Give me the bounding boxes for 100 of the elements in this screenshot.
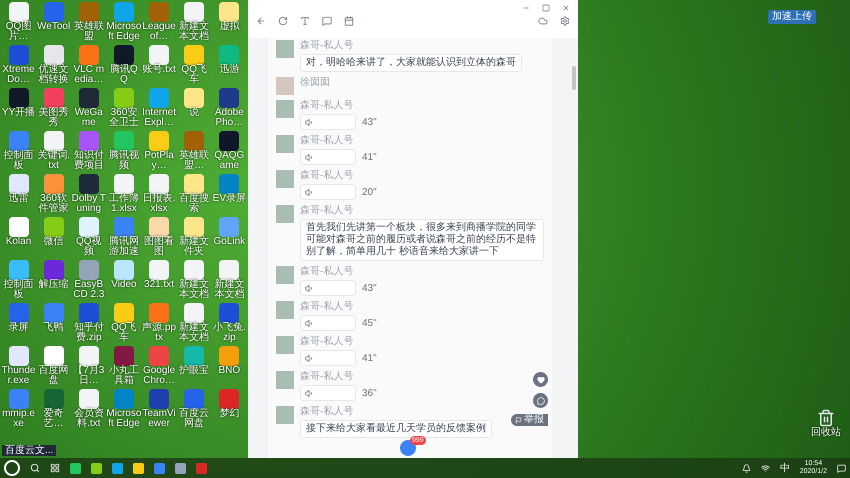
icon-label: Kolan	[6, 237, 32, 247]
taskbar-app-icon[interactable]	[112, 462, 123, 474]
desktop-icon[interactable]: Internet Expl…	[142, 88, 177, 131]
taskbar-app-icon[interactable]	[133, 462, 144, 474]
desktop-icon[interactable]: QAQGame	[212, 131, 247, 174]
desktop-icon[interactable]: Google Chro…	[142, 346, 177, 389]
taskbar-app-icon[interactable]	[91, 462, 102, 474]
desktop-icon[interactable]: 百度云网盘	[176, 389, 212, 432]
desktop-icon[interactable]: WeTool	[36, 2, 72, 45]
desktop-icon[interactable]: 爱奇艺…	[36, 389, 72, 432]
desktop-icon[interactable]: 美图秀秀	[36, 88, 72, 131]
desktop-icon[interactable]: QQ飞车	[176, 45, 212, 88]
desktop-icon[interactable]: QQ飞车	[106, 303, 142, 346]
maximize-icon[interactable]	[542, 4, 550, 12]
desktop-icon[interactable]: 微信	[36, 217, 72, 260]
desktop-icon[interactable]: 360安全卫士	[106, 88, 142, 131]
search-icon[interactable]	[30, 463, 40, 473]
desktop-icon[interactable]: 腾讯网游加速	[106, 217, 142, 260]
desktop-icon[interactable]: Microsoft Edge	[106, 389, 142, 432]
refresh-icon[interactable]	[278, 16, 288, 26]
desktop-icon[interactable]: Kolan	[1, 217, 36, 260]
desktop-icon[interactable]: TeamViewer	[142, 389, 177, 432]
desktop-icon[interactable]: Video	[106, 260, 142, 303]
desktop-icon[interactable]: 新建文本文档	[176, 303, 212, 346]
desktop-icon[interactable]: GoLink	[212, 217, 247, 260]
calendar-icon[interactable]	[344, 16, 354, 26]
settings-icon[interactable]	[560, 16, 570, 26]
network-icon[interactable]	[760, 464, 770, 472]
taskbar-app-icon[interactable]	[70, 462, 81, 474]
desktop-icon[interactable]: 控制面板	[1, 260, 36, 303]
desktop-icon[interactable]: YY开播	[1, 88, 36, 131]
taskbar-app-icon[interactable]	[154, 462, 165, 474]
desktop-icon[interactable]: QQ视频	[71, 217, 106, 260]
desktop-icon[interactable]: 英雄联盟	[71, 2, 106, 45]
desktop-icon[interactable]: PotPlay…	[142, 131, 177, 174]
desktop-icon[interactable]: 知识付费项目	[71, 131, 106, 174]
desktop-icon[interactable]: 百度搜索	[176, 174, 212, 217]
desktop-icon[interactable]: 【7月3日…	[71, 346, 106, 389]
desktop-icon[interactable]: 迅游	[212, 45, 247, 88]
desktop-icon[interactable]: Adobe Pho…	[212, 88, 247, 131]
window-preview-title[interactable]: 百度云文...	[2, 445, 56, 456]
desktop-icon[interactable]: 小飞兔.zip	[212, 303, 247, 346]
input-method[interactable]: 中	[780, 460, 790, 476]
desktop-icon[interactable]: 声源.pptx	[142, 303, 177, 346]
desktop-icon[interactable]: 录屏	[1, 303, 36, 346]
tray-icon[interactable]	[742, 464, 751, 472]
desktop-icon[interactable]: 百度网盘	[36, 346, 72, 389]
desktop-icon[interactable]: 新建文本文档	[176, 2, 212, 45]
font-icon[interactable]	[300, 16, 310, 26]
desktop-icon[interactable]: 图图看图	[142, 217, 177, 260]
scrollbar[interactable]	[572, 66, 576, 90]
desktop-icon[interactable]: EV录屏	[212, 174, 247, 217]
avatar-placeholder	[276, 100, 294, 118]
taskbar-app-icon[interactable]	[175, 462, 186, 474]
desktop-icon[interactable]: 回收站	[806, 409, 846, 438]
desktop-icon[interactable]: 新建文本文档	[176, 260, 212, 303]
desktop-icon[interactable]: 飞鸭	[36, 303, 72, 346]
desktop-icon[interactable]: 小丸工具箱	[106, 346, 142, 389]
desktop-icon[interactable]: BNO	[212, 346, 247, 389]
comment-icon[interactable]	[322, 16, 332, 26]
desktop-icon[interactable]: mmip.exe	[1, 389, 36, 432]
desktop-icon[interactable]: QQ图片…	[1, 2, 36, 45]
desktop-icon[interactable]: 360软件管家	[36, 174, 72, 217]
notification-icon[interactable]	[837, 464, 846, 472]
desktop-icon[interactable]: 优速文档转换	[36, 45, 72, 88]
desktop-icon[interactable]: 腾讯视频	[106, 131, 142, 174]
desktop-icon[interactable]: WeGame	[71, 88, 106, 131]
desktop-icon[interactable]: Microsoft Edge	[106, 2, 142, 45]
desktop-icon[interactable]: League of…	[142, 2, 177, 45]
upload-button[interactable]: 加速上传	[768, 10, 816, 24]
desktop-icon[interactable]: Xtreme Do…	[1, 45, 36, 88]
desktop-icon[interactable]: 迅雷	[1, 174, 36, 217]
task-view-icon[interactable]	[50, 463, 60, 473]
report-button[interactable]: 举报	[511, 414, 548, 426]
desktop-icon[interactable]: 护眼宝	[176, 346, 212, 389]
desktop-icon[interactable]: 工作簿1.xlsx	[106, 174, 142, 217]
desktop-icon[interactable]: 日报表.xlsx	[142, 174, 177, 217]
desktop-icon[interactable]: 控制面板	[1, 131, 36, 174]
icon-label: 梦幻	[219, 409, 240, 419]
desktop-icon[interactable]: EasyBCD 2.3	[71, 260, 106, 303]
start-button[interactable]	[4, 460, 20, 476]
cloud-icon[interactable]	[538, 16, 548, 26]
desktop-icon[interactable]: 知乎付费.zip	[71, 303, 106, 346]
desktop-icon[interactable]: Dolby Tuning	[71, 174, 106, 217]
desktop-icon[interactable]: Thunder.exe	[1, 346, 36, 389]
desktop-icon[interactable]: 新建文本文档	[212, 260, 247, 303]
desktop-icon[interactable]: 会员资料.txt	[71, 389, 106, 432]
desktop-icon[interactable]: 梦幻	[212, 389, 247, 432]
desktop-icon[interactable]: 321.txt	[142, 260, 177, 303]
desktop-icon[interactable]: 解压缩	[36, 260, 72, 303]
back-icon[interactable]	[256, 16, 266, 26]
desktop-icon[interactable]: 腾讯QQ	[106, 45, 142, 88]
desktop-icon[interactable]: 关键词.txt	[36, 131, 72, 174]
desktop-icon[interactable]: 账号.txt	[142, 45, 177, 88]
desktop-icon[interactable]: 虚拟	[212, 2, 247, 45]
desktop-icon[interactable]: 说	[176, 88, 212, 131]
close-icon[interactable]	[562, 4, 570, 12]
desktop-icon[interactable]: 英雄联盟…	[176, 131, 212, 174]
desktop-icon[interactable]: VLC media…	[71, 45, 106, 88]
desktop-icon[interactable]: 新建文件夹	[176, 217, 212, 260]
